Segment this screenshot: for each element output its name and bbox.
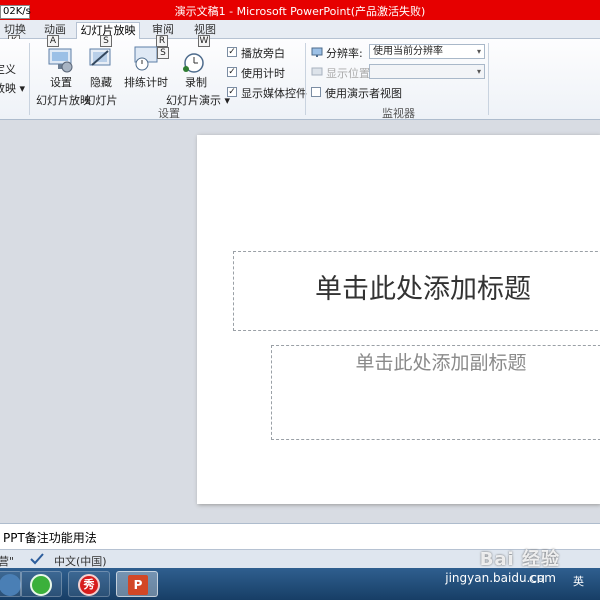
presenter-view-label: 使用演示者视图 (325, 87, 402, 100)
show-on-monitor-icon (311, 67, 323, 76)
title-placeholder[interactable]: 单击此处添加标题 (233, 251, 600, 331)
status-language[interactable]: 中文(中国) (54, 553, 107, 569)
xiu-app-icon: 秀 (78, 574, 100, 596)
record-slideshow-icon (183, 53, 204, 73)
use-timings-checkbox[interactable]: ✓ (227, 67, 237, 77)
hide-slide-button[interactable]: 隐藏 幻灯片 (84, 74, 118, 108)
setup-slideshow-button[interactable]: 设置 幻灯片放映 (36, 74, 91, 108)
slide-canvas[interactable]: 单击此处添加标题 单击此处添加副标题 (197, 135, 600, 504)
taskbar-item-xiu-app[interactable]: 秀 (68, 571, 110, 597)
rehearse-timings-button[interactable]: 排练计时 (124, 74, 168, 90)
spell-check-icon[interactable] (30, 553, 44, 565)
green-app-icon (30, 574, 52, 596)
group-separator (29, 43, 30, 115)
presenter-view-checkbox[interactable] (311, 87, 321, 97)
notes-text: PPT备注功能用法 (3, 531, 97, 545)
play-narrations-label: 播放旁白 (241, 47, 285, 60)
keytip-s: S (100, 35, 112, 47)
keytip-a: A (47, 35, 59, 47)
hide-slide-icon (89, 48, 111, 66)
play-narrations-checkbox[interactable]: ✓ (227, 47, 237, 57)
powerpoint-icon: P (128, 575, 148, 595)
tray-ime[interactable]: 英 (573, 573, 584, 589)
show-media-controls-label: 显示媒体控件 (241, 87, 307, 100)
status-theme-text: 营" (0, 555, 15, 568)
keytip-s2: S (157, 47, 169, 59)
setup-group-label: 设置 (158, 107, 180, 120)
keytip-w: W (198, 35, 210, 47)
slide-workspace: 单击此处添加标题 单击此处添加副标题 (0, 120, 600, 523)
chevron-down-icon: ▾ (476, 67, 481, 76)
ribbon-tab-bar: 02K/s 切换 动画 幻灯片放映 审阅 视图 K (0, 5, 600, 47)
group-separator (305, 43, 306, 115)
ribbon: A S R W 定义 放映 ▾ 设置 幻灯片放映 隐藏 幻灯片 S 排练计时 (0, 35, 600, 120)
use-timings-label: 使用计时 (241, 67, 285, 80)
taskbar-item-app1[interactable] (0, 571, 22, 597)
taskbar-item-powerpoint[interactable]: P (116, 571, 158, 597)
custom-show-button[interactable]: 定义 放映 ▾ (0, 61, 25, 96)
subtitle-placeholder[interactable]: 单击此处添加副标题 (271, 345, 600, 440)
show-on-label: 显示位置: (326, 67, 374, 80)
record-slideshow-button[interactable]: 录制 幻灯片演示 ▾ (166, 74, 230, 108)
show-media-controls-checkbox[interactable]: ✓ (227, 87, 237, 97)
window-title: 演示文稿1 - Microsoft PowerPoint(产品激活失败) (174, 5, 426, 18)
show-on-select[interactable]: ▾ (369, 64, 485, 79)
tray-language[interactable]: CH (529, 573, 545, 586)
resolution-select[interactable]: 使用当前分辨率 ▾ (369, 44, 485, 59)
baidu-watermark: Bai 经验 (479, 549, 560, 570)
network-speed-badge: 02K/s (0, 5, 31, 19)
chevron-down-icon: ▾ (476, 47, 481, 56)
rehearse-timings-icon (134, 46, 158, 71)
title-bar: 演示文稿1 - Microsoft PowerPoint(产品激活失败) (0, 0, 600, 20)
setup-slideshow-icon (48, 48, 73, 73)
group-separator (488, 43, 489, 115)
resolution-icon (311, 47, 323, 57)
monitors-group-label: 监视器 (382, 107, 415, 120)
resolution-label: 分辨率: (326, 47, 363, 60)
taskbar-item-green-app[interactable] (20, 571, 62, 597)
